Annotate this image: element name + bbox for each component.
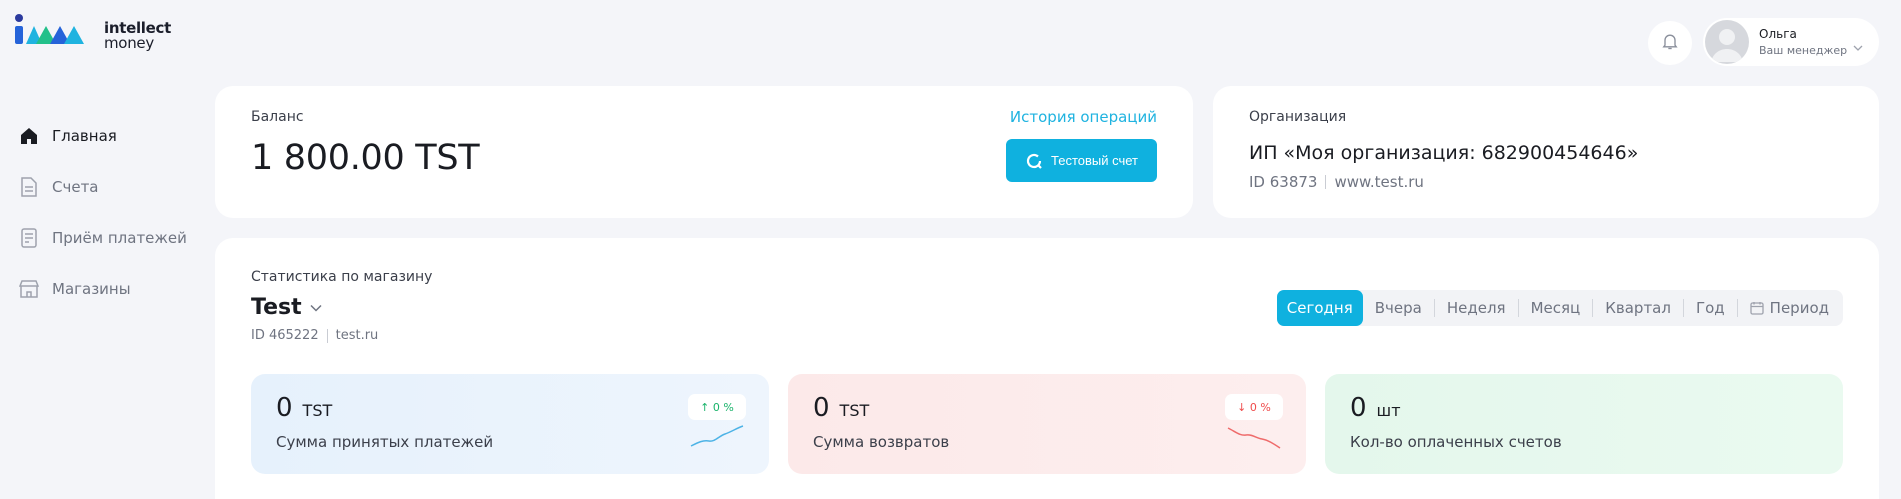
receipt-icon: [18, 227, 40, 249]
test-account-label: Тестовый счет: [1051, 153, 1138, 168]
metric-value: 0: [276, 393, 293, 423]
chevron-down-icon: [310, 304, 322, 312]
period-custom[interactable]: Период: [1738, 290, 1841, 326]
history-link[interactable]: История операций: [1010, 108, 1157, 126]
metric-label: Кол-во оплаченных счетов: [1350, 433, 1562, 451]
shop-meta: ID 465222 test.ru: [251, 328, 378, 343]
shop-site: test.ru: [335, 328, 379, 343]
bell-icon: [1660, 31, 1680, 55]
organization-site: www.test.ru: [1334, 173, 1424, 191]
calendar-icon: [1750, 301, 1764, 315]
notifications-button[interactable]: [1648, 21, 1692, 65]
period-yesterday[interactable]: Вчера: [1363, 290, 1434, 326]
metric-card-payments: 0 TST Сумма принятых платежей ↑ 0 %: [251, 374, 769, 474]
metric-card-paid-invoices: 0 шт Кол-во оплаченных счетов: [1325, 374, 1843, 474]
period-selector: Сегодня Вчера Неделя Месяц Квартал Год П…: [1276, 290, 1843, 326]
trend-badge-down: ↓ 0 %: [1225, 394, 1283, 420]
shop-id: ID 465222: [251, 328, 319, 343]
metric-label: Сумма принятых платежей: [276, 433, 494, 451]
balance-label: Баланс: [251, 109, 304, 125]
sidebar-item-label: Счета: [52, 177, 99, 196]
user-name: Ольга: [1759, 27, 1797, 41]
period-month[interactable]: Месяц: [1519, 290, 1593, 326]
arrow-down-icon: ↓: [1237, 400, 1247, 414]
organization-label: Организация: [1249, 109, 1347, 125]
sidebar-nav: Главная Счета Приём платежей Магазины: [18, 110, 198, 314]
user-role: Ваш менеджер: [1759, 44, 1848, 57]
divider: [1325, 175, 1327, 189]
metric-unit: TST: [302, 401, 333, 420]
shop-stats-card: Статистика по магазину Test ID 465222 te…: [215, 238, 1879, 499]
metric-value: 0: [1350, 393, 1367, 423]
refresh-icon: [1025, 152, 1043, 170]
store-icon: [18, 278, 40, 300]
sidebar-item-payments[interactable]: Приём платежей: [18, 212, 198, 263]
trend-value: 0 %: [1249, 400, 1271, 414]
logo-text: intellect money: [104, 21, 171, 51]
stats-title: Статистика по магазину: [251, 269, 433, 285]
test-account-button[interactable]: Тестовый счет: [1006, 139, 1157, 182]
organization-meta: ID 63873 www.test.ru: [1249, 173, 1424, 191]
period-week[interactable]: Неделя: [1435, 290, 1518, 326]
sidebar-item-invoices[interactable]: Счета: [18, 161, 198, 212]
logo[interactable]: intellect money: [14, 14, 171, 58]
organization-card: Организация ИП «Моя организация: 6829004…: [1213, 86, 1879, 218]
metric-card-refunds: 0 TST Сумма возвратов ↓ 0 %: [788, 374, 1306, 474]
logo-text-line2: money: [104, 34, 154, 52]
sidebar-item-label: Главная: [52, 126, 117, 145]
organization-id: ID 63873: [1249, 173, 1318, 191]
document-icon: [18, 176, 40, 198]
chevron-down-icon: [1853, 36, 1863, 55]
shop-selector[interactable]: Test: [251, 295, 322, 320]
home-icon: [18, 125, 40, 147]
sidebar-item-label: Магазины: [52, 279, 131, 298]
period-custom-label: Период: [1769, 299, 1829, 317]
organization-name: ИП «Моя организация: 682900454646»: [1249, 142, 1639, 164]
sidebar-item-label: Приём платежей: [52, 228, 187, 247]
sparkline-down: [1227, 427, 1281, 449]
arrow-up-icon: ↑: [700, 400, 710, 414]
sidebar-item-home[interactable]: Главная: [18, 110, 198, 161]
metric-unit: TST: [839, 401, 870, 420]
period-today[interactable]: Сегодня: [1276, 290, 1363, 326]
user-menu[interactable]: Ольга Ваш менеджер: [1703, 18, 1879, 66]
divider: [326, 328, 328, 343]
period-quarter[interactable]: Квартал: [1593, 290, 1683, 326]
balance-card: Баланс 1 800.00 TST История операций Тес…: [215, 86, 1193, 218]
trend-badge-up: ↑ 0 %: [688, 394, 746, 420]
metric-unit: шт: [1376, 401, 1401, 420]
shop-name: Test: [251, 295, 302, 320]
period-year[interactable]: Год: [1684, 290, 1737, 326]
avatar: [1705, 20, 1749, 64]
sidebar-item-stores[interactable]: Магазины: [18, 263, 198, 314]
metric-value: 0: [813, 393, 830, 423]
metric-label: Сумма возвратов: [813, 433, 950, 451]
trend-value: 0 %: [712, 400, 734, 414]
sparkline-up: [690, 425, 744, 447]
balance-value: 1 800.00 TST: [251, 138, 480, 178]
logo-mark: [14, 14, 98, 58]
